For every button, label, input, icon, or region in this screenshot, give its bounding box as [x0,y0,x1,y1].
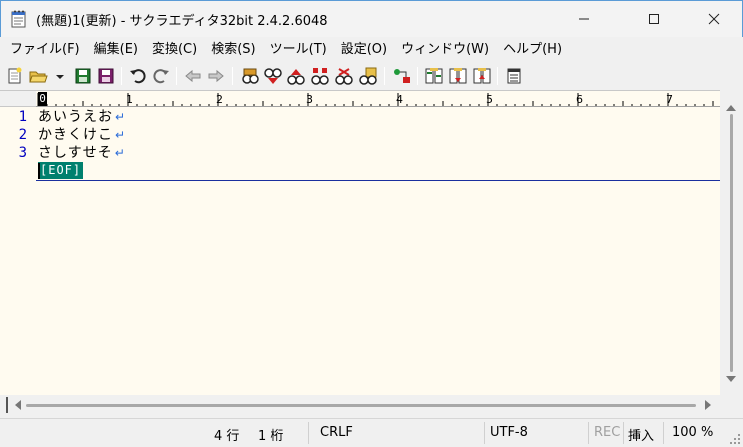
line-number: 3 [18,145,27,161]
line-number: 1 [18,109,27,125]
ruler-label-5: 5 [486,93,493,106]
menu-bar: ファイル(F) 編集(E) 変換(C) 検索(S) ツール(T) 設定(O) ウ… [0,37,743,63]
ruler[interactable]: 1 2 3 4 5 6 7 [36,91,720,107]
vertical-scrollbar[interactable] [720,90,743,395]
back-icon[interactable] [183,66,203,86]
ruler-label-4: 4 [396,93,403,106]
toolbar [0,63,743,90]
scroll-left-icon[interactable] [14,400,22,410]
menu-tools[interactable]: ツール(T) [263,37,334,63]
menu-edit[interactable]: 編集(E) [87,37,145,63]
minimize-icon [579,18,589,20]
ruler-label-3: 3 [306,93,313,106]
search-down-icon[interactable] [263,66,283,86]
save-icon[interactable] [73,66,93,86]
status-insert-mode[interactable]: 挿入 [628,425,654,444]
menu-convert[interactable]: 変換(C) [145,37,204,63]
redo-icon[interactable] [151,66,171,86]
eol-mark: ↵ [115,110,127,124]
scrollbar-corner [720,395,743,415]
scroll-up-icon[interactable] [725,104,737,112]
compare-icon[interactable] [424,66,444,86]
ruler-cursor-position: 0 [38,92,47,106]
ruler-label-7: 7 [666,93,673,106]
text-line[interactable]: かきくけこ ↵ [38,126,126,144]
title-bar[interactable]: (無題)1(更新) - サクラエディタ32bit 2.4.2.6048 [0,0,743,37]
line-number: 2 [18,127,27,143]
forward-icon[interactable] [206,66,226,86]
maximize-button[interactable] [631,1,677,37]
horizontal-scrollbar[interactable] [0,395,720,415]
cursor-line-underline [36,180,720,181]
eol-mark: ↵ [114,146,126,160]
grep-icon[interactable] [358,66,378,86]
menu-settings[interactable]: 設定(O) [334,37,394,63]
ruler-label-1: 1 [126,93,133,106]
status-encoding[interactable]: UTF-8 [490,425,528,440]
text-line[interactable]: あいうえお ↵ [38,108,126,126]
scroll-down-icon[interactable] [725,375,737,383]
menu-help[interactable]: ヘルプ(H) [496,37,569,63]
line-number-gutter: 1 2 3 [0,108,36,396]
dropdown-icon[interactable] [50,66,64,86]
ruler-ticks: 1 2 3 4 5 6 7 [37,93,714,106]
close-button[interactable] [691,1,737,37]
status-zoom[interactable]: 100 % [672,425,713,440]
status-line: 4 行 [214,429,240,444]
maximize-icon [649,14,659,24]
window-list-icon[interactable] [504,66,524,86]
editor-window: (無題)1(更新) - サクラエディタ32bit 2.4.2.6048 ファイル… [0,0,743,447]
clear-marks-icon[interactable] [334,66,354,86]
minimize-button[interactable] [561,1,607,37]
ruler-corner [0,91,36,107]
eof-marker: [EOF] [38,162,84,179]
search-icon[interactable] [240,66,260,86]
search-up-icon[interactable] [286,66,306,86]
split-handle[interactable] [6,397,8,413]
undo-icon[interactable] [128,66,148,86]
ruler-label-2: 2 [216,93,223,106]
menu-window[interactable]: ウィンドウ(W) [394,37,496,63]
status-rec: REC [594,425,621,440]
line-text: かきくけこ [38,127,113,143]
window-title: (無題)1(更新) - サクラエディタ32bit 2.4.2.6048 [36,14,328,29]
text-caret [38,163,40,179]
scroll-right-icon[interactable] [704,400,712,410]
compare-prev-icon[interactable] [472,66,492,86]
ruler-label-6: 6 [576,93,583,106]
status-column: 1 桁 [258,429,284,444]
close-icon [708,13,720,25]
new-file-icon[interactable] [5,66,25,86]
outline-icon[interactable] [392,66,412,86]
app-notepad-icon [11,10,26,28]
compare-next-icon[interactable] [448,66,468,86]
text-line[interactable]: さしすせそ ↵ [38,144,126,162]
horizontal-scroll-thumb[interactable] [26,404,696,407]
save-all-icon[interactable] [96,66,116,86]
line-text: あいうえお [38,109,113,125]
menu-file[interactable]: ファイル(F) [3,37,87,63]
menu-search[interactable]: 検索(S) [204,37,262,63]
resize-grip-icon[interactable] [729,433,741,445]
line-text: さしすせそ [38,145,113,161]
eol-mark: ↵ [115,128,127,142]
status-newline[interactable]: CRLF [320,425,353,440]
vertical-scroll-thumb[interactable] [730,114,733,372]
status-bar: 4 行 1 桁 CRLF UTF-8 REC 挿入 100 % [0,418,743,447]
replace-icon[interactable] [310,66,330,86]
text-editor[interactable]: 1 2 3 4 5 6 7 0 1 2 3 あいうえお ↵ かきくけこ ↵ さしすせ… [0,90,720,396]
open-file-icon[interactable] [28,66,48,86]
